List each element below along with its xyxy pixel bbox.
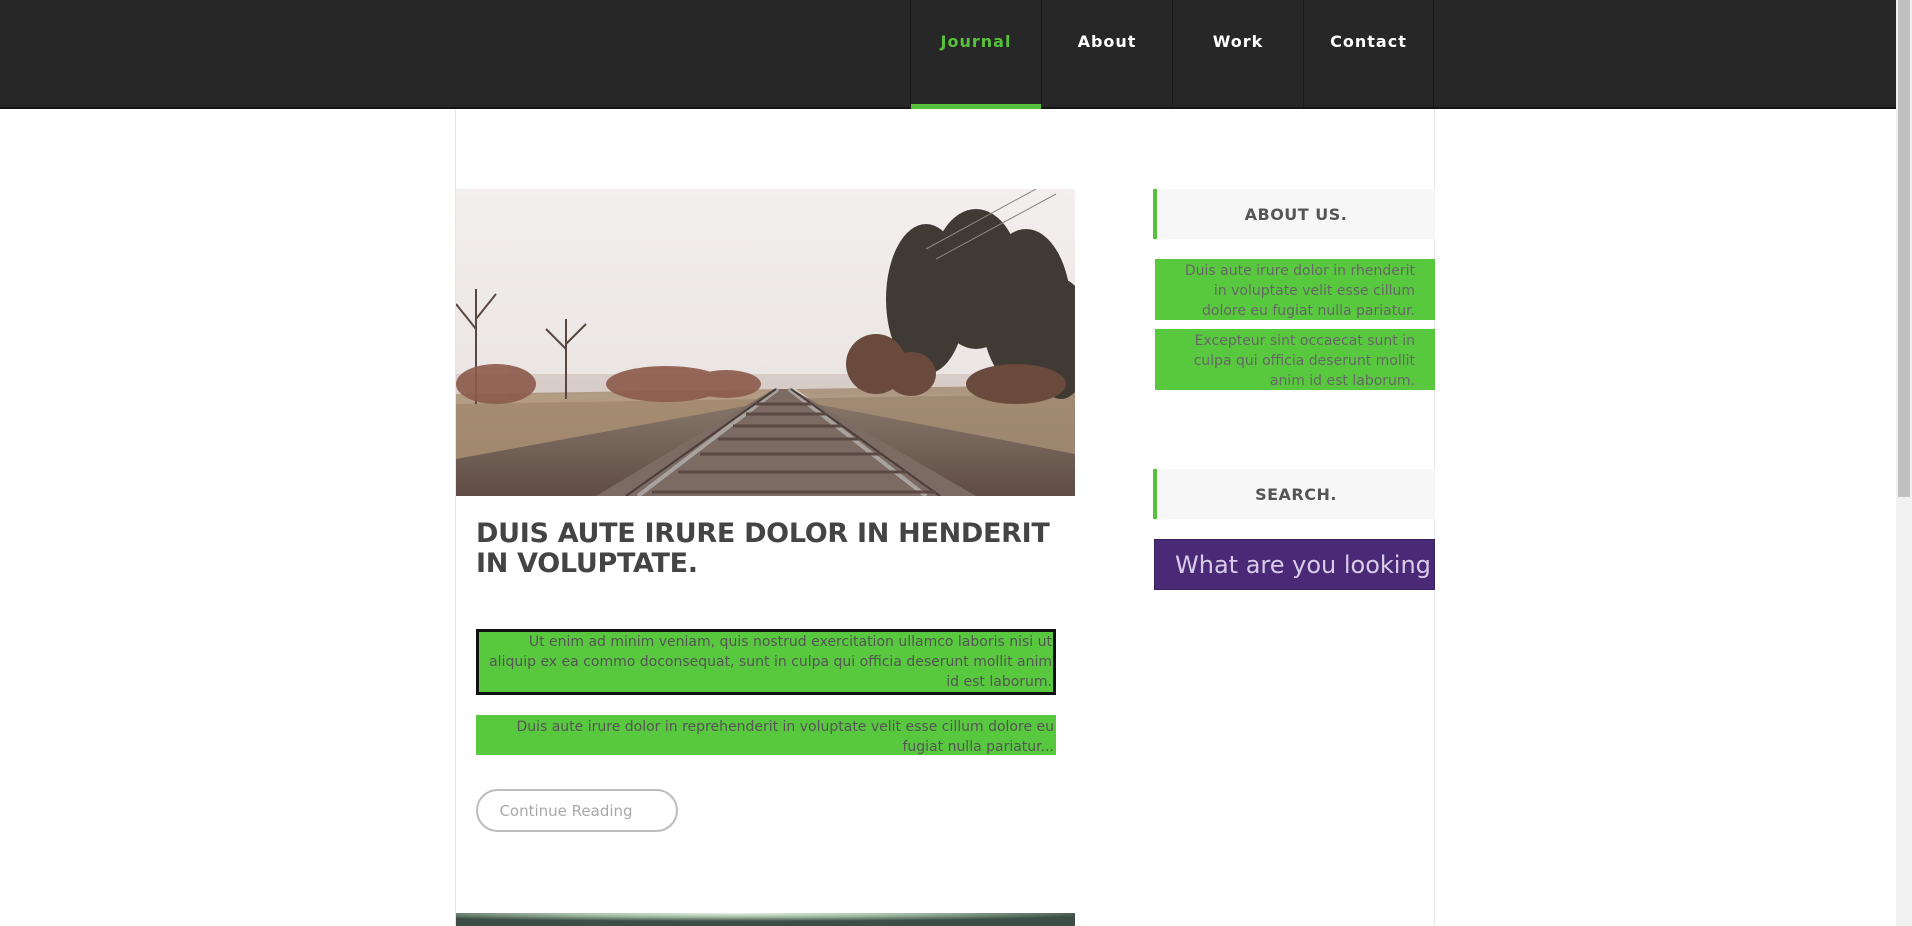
nav-item-work[interactable]: Work (1172, 0, 1303, 107)
railway-photo (456, 189, 1075, 496)
nav-item-contact[interactable]: Contact (1303, 0, 1434, 107)
nav-item-about[interactable]: About (1041, 0, 1172, 107)
main-nav: Journal About Work Contact (910, 0, 1434, 109)
top-navigation-bar: Journal About Work Contact (0, 0, 1896, 109)
post-featured-image[interactable] (456, 189, 1075, 496)
next-post-image[interactable] (456, 912, 1075, 926)
nav-item-journal[interactable]: Journal (910, 0, 1041, 109)
continue-reading-button[interactable]: Continue Reading (476, 789, 678, 832)
post-title[interactable]: DUIS AUTE IRURE DOLOR IN HENDERIT IN VOL… (476, 519, 1056, 579)
about-widget-paragraph: Excepteur sint occaecat sunt in culpa qu… (1155, 329, 1435, 390)
post-excerpt-paragraph: Ut enim ad minim veniam, quis nostrud ex… (476, 629, 1056, 695)
post-excerpt-paragraph: Duis aute irure dolor in reprehenderit i… (476, 715, 1056, 755)
page-scrollbar[interactable] (1896, 0, 1912, 926)
search-input[interactable] (1154, 539, 1435, 590)
next-post-photo (456, 913, 1075, 926)
about-widget-paragraph: Duis aute irure dolor in rhenderit in vo… (1155, 259, 1435, 320)
scrollbar-thumb[interactable] (1898, 0, 1910, 497)
search-widget-heading: SEARCH. (1153, 469, 1435, 519)
about-widget-heading: ABOUT US. (1153, 189, 1435, 239)
